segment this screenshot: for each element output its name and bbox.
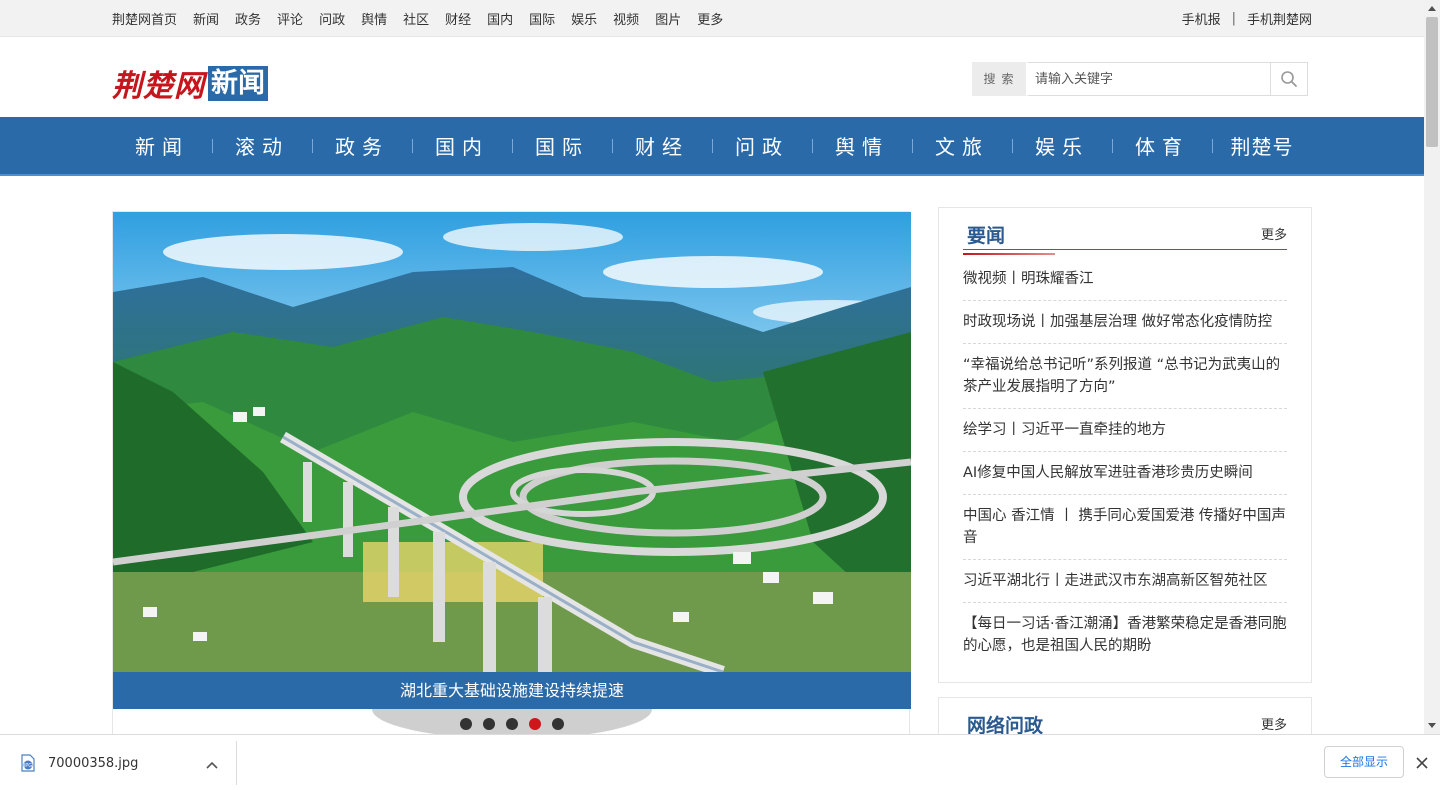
- nav-item[interactable]: 政务: [312, 131, 412, 160]
- nav-item[interactable]: 娱乐: [1012, 131, 1112, 160]
- scroll-down-arrow-icon[interactable]: [1424, 718, 1440, 734]
- search-button[interactable]: [1271, 62, 1308, 96]
- news-item[interactable]: 微视频丨明珠耀香江: [963, 258, 1287, 301]
- top-link[interactable]: 视频: [613, 9, 639, 28]
- search-label: 搜索: [972, 62, 1026, 96]
- top-link[interactable]: 国内: [487, 9, 513, 28]
- online-petition-panel: 网络问政 更多: [938, 697, 1312, 734]
- search-box: 搜索: [972, 62, 1308, 96]
- top-bar: 荆楚网首页 新闻 政务 评论 问政 舆情 社区 财经 国内 国际 娱乐 视频 图片 更多 手机报 | 手机…: [0, 0, 1424, 37]
- carousel-dot[interactable]: [483, 718, 495, 730]
- carousel-dot[interactable]: [529, 718, 541, 730]
- top-links: 荆楚网首页 新闻 政务 评论 问政 舆情 社区 财经 国内 国际 娱乐 视频 图片 更多: [112, 9, 739, 28]
- carousel-dot[interactable]: [460, 718, 472, 730]
- show-all-downloads-button[interactable]: 全部显示: [1324, 746, 1404, 778]
- top-link[interactable]: 娱乐: [571, 9, 597, 28]
- top-link[interactable]: 舆情: [361, 9, 387, 28]
- page-scrollbar[interactable]: [1424, 0, 1440, 734]
- search-input[interactable]: [1026, 62, 1271, 96]
- top-news-header: 要闻 更多: [962, 218, 1287, 255]
- top-link[interactable]: 新闻: [193, 9, 219, 28]
- online-petition-title: 网络问政: [967, 711, 1043, 734]
- carousel-caption[interactable]: 湖北重大基础设施建设持续提速: [113, 672, 911, 709]
- headline-carousel[interactable]: 湖北重大基础设施建设持续提速: [112, 211, 911, 734]
- top-link[interactable]: 社区: [403, 9, 429, 28]
- svg-text:JPG: JPG: [23, 763, 32, 769]
- scroll-thumb[interactable]: [1426, 17, 1438, 147]
- news-item[interactable]: AI修复中国人民解放军进驻香港珍贵历史瞬间: [963, 452, 1287, 495]
- news-item[interactable]: 中国心 香江情 丨 携手同心爱国爱港 传播好中国声音: [963, 495, 1287, 560]
- top-link[interactable]: 政务: [235, 9, 261, 28]
- browser-viewport: 荆楚网首页 新闻 政务 评论 问政 舆情 社区 财经 国内 国际 娱乐 视频 图片 更多 手机报 | 手机…: [0, 0, 1424, 734]
- carousel-dot[interactable]: [506, 718, 518, 730]
- nav-item[interactable]: 体育: [1112, 131, 1212, 160]
- top-link[interactable]: 更多: [697, 9, 723, 28]
- nav-item[interactable]: 财经: [612, 131, 712, 160]
- top-link[interactable]: 荆楚网首页: [112, 9, 177, 28]
- nav-item[interactable]: 文旅: [912, 131, 1012, 160]
- top-link[interactable]: 评论: [277, 9, 303, 28]
- chevron-up-icon[interactable]: [206, 754, 218, 773]
- top-right-links: 手机报 | 手机荆楚网: [1182, 9, 1312, 28]
- carousel-photo[interactable]: [113, 212, 911, 672]
- nav-item[interactable]: 新闻: [112, 131, 212, 160]
- carousel-dots: [372, 709, 652, 734]
- top-separator: |: [1231, 11, 1236, 26]
- news-item[interactable]: 【每日一习话·香江潮涌】香港繁荣稳定是香港同胞的心愿，也是祖国人民的期盼: [963, 603, 1287, 667]
- jpg-file-icon: JPG: [21, 754, 35, 772]
- main-nav: 新闻 滚动 政务 国内 国际 财经 问政 舆情 文旅 娱乐 体育 荆楚号: [0, 117, 1424, 176]
- news-item[interactable]: 时政现场说丨加强基层治理 做好常态化疫情防控: [963, 301, 1287, 344]
- top-link[interactable]: 国际: [529, 9, 555, 28]
- nav-item[interactable]: 舆情: [812, 131, 912, 160]
- logo-brand-text: 荆楚网: [112, 69, 205, 104]
- news-item[interactable]: 习近平湖北行丨走进武汉市东湖高新区智苑社区: [963, 560, 1287, 603]
- download-item[interactable]: JPG 70000358.jpg: [0, 741, 237, 785]
- close-icon[interactable]: [1412, 753, 1432, 773]
- nav-item[interactable]: 荆楚号: [1212, 131, 1312, 160]
- top-link[interactable]: 图片: [655, 9, 681, 28]
- site-logo[interactable]: 荆楚网 新闻: [112, 61, 268, 105]
- top-news-panel: 要闻 更多 微视频丨明珠耀香江 时政现场说丨加强基层治理 做好常态化疫情防控 “幸福…: [938, 207, 1312, 683]
- news-item[interactable]: “幸福说给总书记听”系列报道 “总书记为武夷山的茶产业发展指明了方向”: [963, 344, 1287, 409]
- top-news-title: 要闻: [962, 221, 1056, 255]
- online-petition-header: 网络问政 更多: [963, 708, 1287, 734]
- nav-item[interactable]: 问政: [712, 131, 812, 160]
- nav-item[interactable]: 滚动: [212, 131, 312, 160]
- top-news-more-link[interactable]: 更多: [1261, 224, 1287, 243]
- carousel-dot[interactable]: [552, 718, 564, 730]
- download-filename: 70000358.jpg: [48, 755, 139, 771]
- search-icon: [1281, 71, 1297, 87]
- scroll-up-arrow-icon[interactable]: [1424, 0, 1440, 16]
- mobile-site-link[interactable]: 手机荆楚网: [1247, 9, 1312, 28]
- highway-interchange-image: [113, 212, 911, 672]
- online-petition-more-link[interactable]: 更多: [1261, 714, 1287, 733]
- top-link[interactable]: 问政: [319, 9, 345, 28]
- download-bar: JPG 70000358.jpg 全部显示: [0, 734, 1440, 790]
- nav-item[interactable]: 国际: [512, 131, 612, 160]
- top-news-list: 微视频丨明珠耀香江 时政现场说丨加强基层治理 做好常态化疫情防控 “幸福说给总书记听…: [963, 258, 1287, 667]
- top-link[interactable]: 财经: [445, 9, 471, 28]
- logo-news-badge: 新闻: [208, 65, 268, 101]
- mobile-paper-link[interactable]: 手机报: [1182, 9, 1221, 28]
- nav-item[interactable]: 国内: [412, 131, 512, 160]
- site-header: 荆楚网 新闻 搜索: [0, 37, 1424, 117]
- news-item[interactable]: 绘学习丨习近平一直牵挂的地方: [963, 409, 1287, 452]
